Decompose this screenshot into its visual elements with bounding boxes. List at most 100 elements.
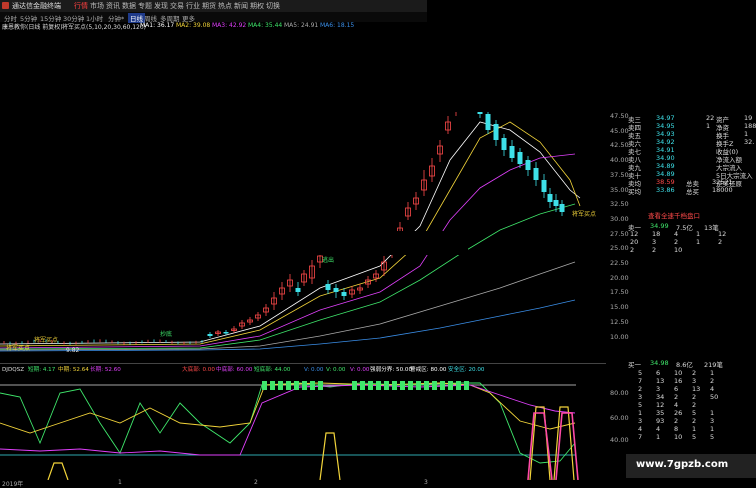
ma-value-5: MA5: 24.91 bbox=[284, 22, 319, 29]
candle-body bbox=[295, 288, 301, 292]
signal-block bbox=[262, 381, 267, 390]
stat-value: 19 bbox=[744, 114, 753, 122]
signal-block bbox=[302, 381, 307, 390]
ma-value-6: MA6: 18.15 bbox=[320, 22, 355, 29]
ask-price[interactable]: 34.89 bbox=[656, 170, 675, 178]
menu-item-2[interactable]: 资讯 bbox=[106, 1, 120, 11]
ma-value-3: MA3: 42.92 bbox=[212, 22, 247, 29]
depth-alert-link[interactable]: 查看全速千档盘口 bbox=[648, 210, 700, 220]
menu-item-9[interactable]: 热点 bbox=[218, 1, 232, 11]
mid-value: 1 bbox=[706, 122, 711, 130]
menu-item-1[interactable]: 市场 bbox=[90, 1, 104, 11]
sell-queue-cell: 3 bbox=[652, 238, 657, 246]
buy1-price: 34.98 bbox=[650, 359, 669, 367]
redacted-top-area bbox=[427, 0, 756, 112]
menu-item-12[interactable]: 切换 bbox=[266, 1, 280, 11]
avg-price: 38.59 bbox=[656, 178, 675, 186]
buy-queue-cell: 1 bbox=[638, 409, 643, 417]
buy-queue-cell: 4 bbox=[710, 385, 715, 393]
indicator-line-2 bbox=[0, 382, 576, 434]
date-tick: 3 bbox=[424, 479, 428, 486]
buy-queue-cell: 93 bbox=[656, 417, 665, 425]
sell-queue-cell: 2 bbox=[674, 238, 679, 246]
buy-queue-cell: 13 bbox=[656, 377, 665, 385]
signal-block bbox=[440, 381, 445, 390]
escape-label: 逃出 bbox=[322, 256, 334, 264]
signal-block bbox=[456, 381, 461, 390]
buy-queue-cell: 1 bbox=[656, 433, 661, 441]
buy-point-label-2: 将军买点 bbox=[34, 336, 58, 344]
indicator-line-3 bbox=[0, 384, 576, 456]
ask-price[interactable]: 34.97 bbox=[656, 114, 675, 122]
sell1-count: 13笔 bbox=[704, 224, 719, 232]
sub-header-item-12: 安全区: 20.00 bbox=[448, 365, 485, 373]
indicator-subchart[interactable]: DJDQSZ 短期: 4.17 中期: 52.64 长期: 52.60 大底部: 0.0… bbox=[0, 363, 606, 480]
menu-item-5[interactable]: 发现 bbox=[154, 1, 168, 11]
buy-queue-cell: 13 bbox=[692, 385, 701, 393]
sell-queue-cell: 1 bbox=[696, 230, 701, 238]
menu-item-3[interactable]: 数据 bbox=[122, 1, 136, 11]
menu-item-10[interactable]: 新闻 bbox=[234, 1, 248, 11]
buy-queue-cell: 3 bbox=[656, 385, 661, 393]
buy-queue-cell: 50 bbox=[710, 393, 719, 401]
signal-block bbox=[384, 381, 389, 390]
buy-queue-cell: 7 bbox=[638, 433, 643, 441]
signal-block bbox=[448, 381, 453, 390]
buy-queue-cell: 2 bbox=[674, 417, 679, 425]
menu-item-4[interactable]: 专题 bbox=[138, 1, 152, 11]
candle-body bbox=[553, 200, 559, 206]
signal-block bbox=[432, 381, 437, 390]
sub-header-item-3: 长期: 52.60 bbox=[90, 365, 121, 373]
buy-queue-cell: 3 bbox=[710, 417, 715, 425]
menu-item-7[interactable]: 行业 bbox=[186, 1, 200, 11]
buy-queue-cell: 10 bbox=[674, 369, 683, 377]
stat-value: 32. bbox=[744, 138, 755, 146]
candle-body bbox=[559, 204, 565, 212]
sub-header-item-8: V: 0.00 bbox=[326, 367, 346, 373]
signal-block bbox=[464, 381, 469, 390]
sell-queue-cell: 20 bbox=[630, 238, 639, 246]
candle-body bbox=[533, 168, 539, 180]
avg-price: 33.86 bbox=[656, 186, 675, 194]
buy1-label: 买一 bbox=[628, 361, 641, 369]
signal-block bbox=[294, 381, 299, 390]
price-axis: 47.50 45.00 42.50 40.00 37.50 35.00 32.50 30.00… bbox=[606, 112, 629, 362]
buy-queue-cell: 5 bbox=[710, 433, 715, 441]
ask-price[interactable]: 34.92 bbox=[656, 138, 675, 146]
signal-block bbox=[360, 381, 365, 390]
candle-body bbox=[333, 288, 339, 292]
signal-block bbox=[392, 381, 397, 390]
app-title: 通达信金融终端 bbox=[12, 2, 61, 10]
menu-item-0[interactable]: 行情 bbox=[74, 1, 88, 11]
signal-block bbox=[318, 381, 323, 390]
menu-item-11[interactable]: 期权 bbox=[250, 1, 264, 11]
ask-price[interactable]: 34.95 bbox=[656, 122, 675, 130]
ma-value-2: MA2: 39.08 bbox=[176, 22, 211, 29]
sub-header-item-9: V: 0.00 bbox=[350, 367, 370, 373]
buy1-count: 219笔 bbox=[704, 361, 723, 369]
buy-point-label-3: 将军买点 bbox=[572, 210, 596, 218]
indicator-line-1 bbox=[0, 382, 576, 464]
signal-block bbox=[352, 381, 357, 390]
ask-price[interactable]: 34.90 bbox=[656, 154, 675, 162]
buy-queue-cell: 1 bbox=[710, 409, 715, 417]
sub-header-item-7: V: 0.00 bbox=[304, 367, 324, 373]
ma-value-1: MA1: 36.17 bbox=[140, 22, 175, 29]
buy1-vol: 8.6亿 bbox=[676, 361, 693, 369]
menu-item-6[interactable]: 交易 bbox=[170, 1, 184, 11]
subchart-axis: 80.00 60.00 40.00 bbox=[606, 363, 629, 480]
ask-price[interactable]: 34.89 bbox=[656, 162, 675, 170]
period-bar: 分时 5分钟 15分钟 30分钟 1小时 分钟* 日线 周线 多周期 更多 bbox=[0, 12, 427, 23]
watermark-banner: www.7gpzb.com bbox=[626, 454, 756, 478]
total-label: 总买 bbox=[686, 188, 699, 196]
buy-queue-cell: 8 bbox=[674, 425, 679, 433]
signal-block bbox=[408, 381, 413, 390]
buy-queue-cell: 4 bbox=[656, 425, 661, 433]
sell-queue-cell: 2 bbox=[630, 246, 635, 254]
signal-block bbox=[400, 381, 405, 390]
ask-price[interactable]: 34.91 bbox=[656, 146, 675, 154]
menu-item-8[interactable]: 期货 bbox=[202, 1, 216, 11]
candle-body bbox=[207, 334, 213, 336]
candle-body bbox=[541, 180, 547, 192]
ask-price[interactable]: 34.93 bbox=[656, 130, 675, 138]
